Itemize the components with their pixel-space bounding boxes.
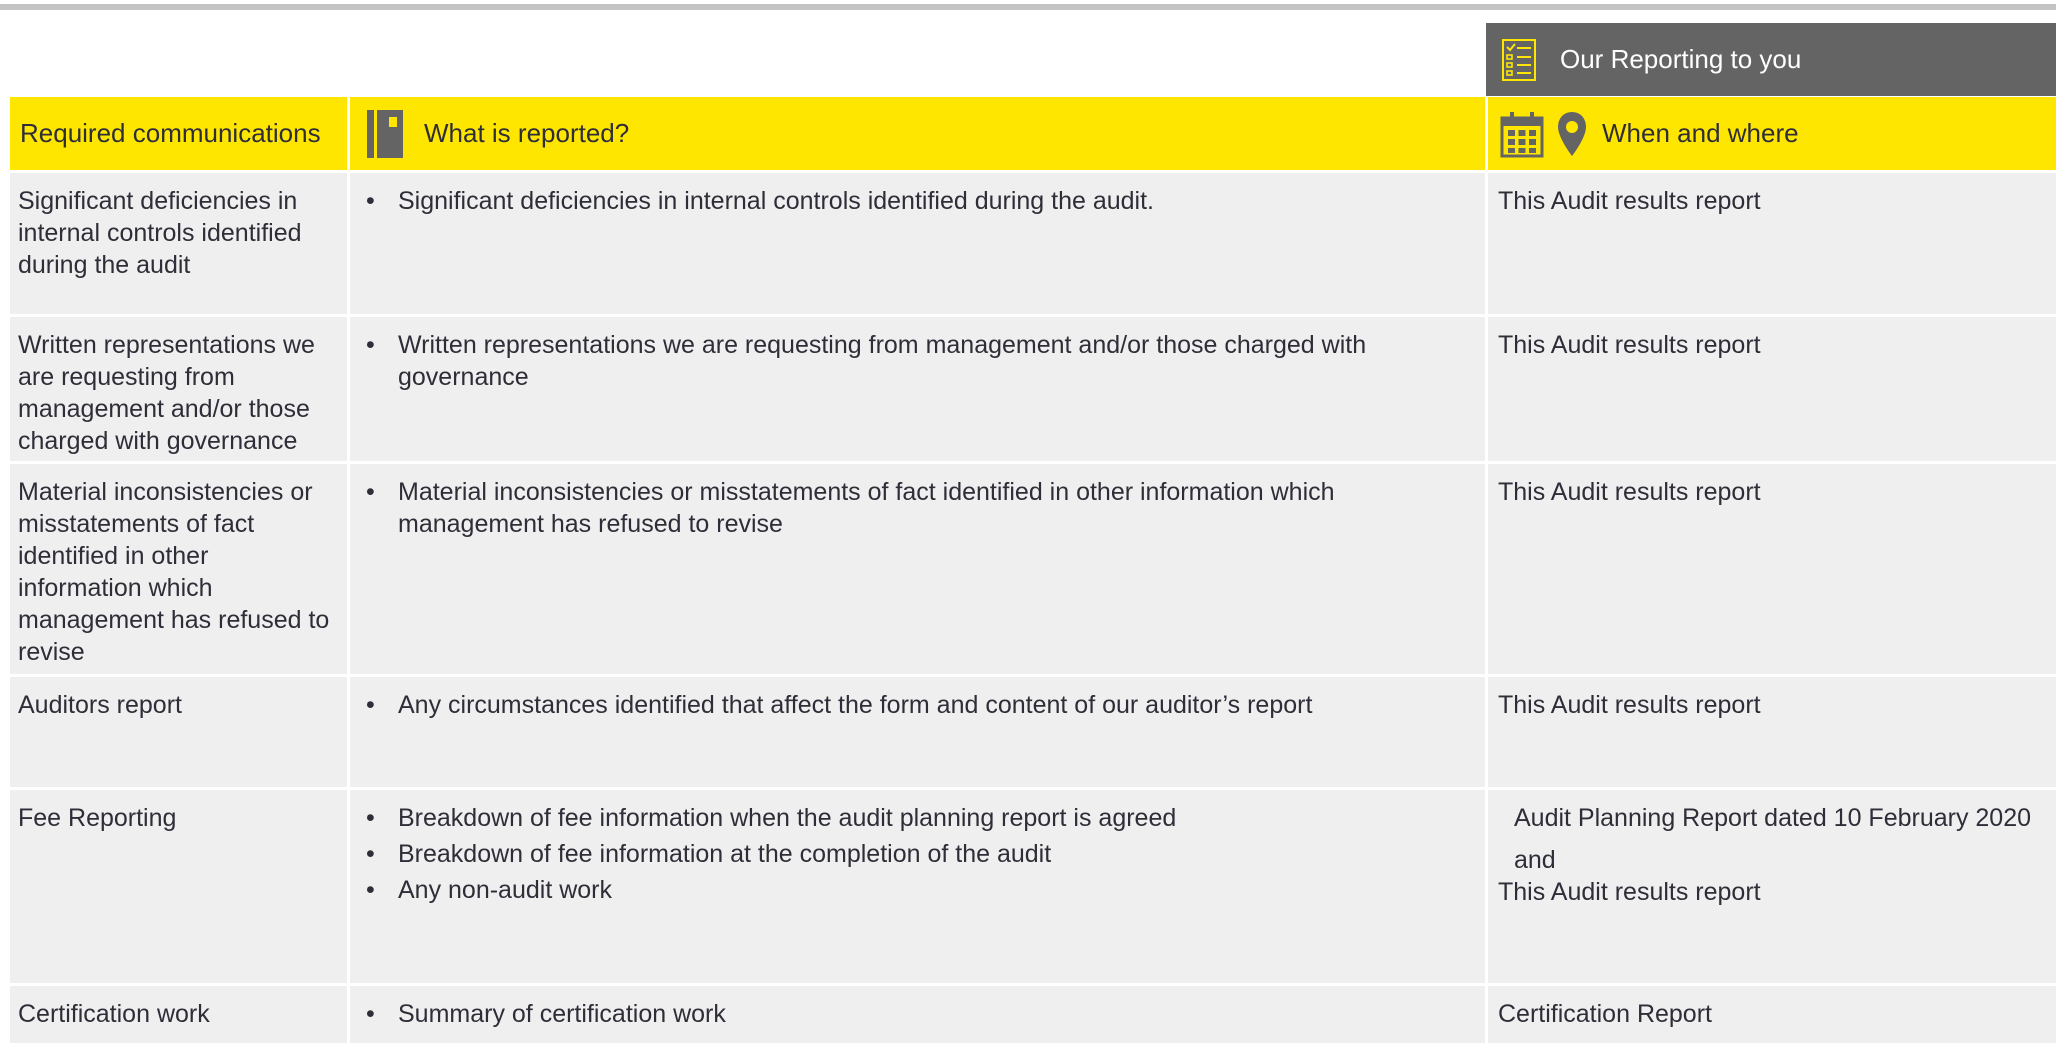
reported-item: Any non-audit work bbox=[360, 874, 1477, 906]
table-row: Material inconsistencies or misstatement… bbox=[10, 461, 2056, 674]
table-row: Certification work Summary of certificat… bbox=[10, 983, 2056, 1043]
where-line: This Audit results report bbox=[1498, 878, 1761, 906]
where-line: and bbox=[1514, 846, 1556, 874]
reported-item: Any circumstances identified that affect… bbox=[360, 689, 1477, 721]
header-what-is-reported: What is reported? bbox=[350, 97, 1488, 170]
notebook-icon bbox=[366, 107, 406, 161]
where-cell: Certification Report bbox=[1498, 1000, 1712, 1028]
reported-item: Written representations we are requestin… bbox=[360, 329, 1477, 393]
calendar-icon bbox=[1500, 108, 1546, 160]
table-row: Significant deficiencies in internal con… bbox=[10, 170, 2056, 314]
where-line: Audit Planning Report dated 10 February … bbox=[1514, 804, 2032, 832]
communication-cell: Certification work bbox=[10, 986, 350, 1043]
communication-cell: Significant deficiencies in internal con… bbox=[10, 173, 350, 314]
where-cell: Audit Planning Report dated 10 February … bbox=[1488, 790, 2056, 983]
reported-cell: Significant deficiencies in internal con… bbox=[350, 173, 1488, 314]
checklist-icon bbox=[1500, 37, 1540, 83]
reported-item: Breakdown of fee information when the au… bbox=[360, 802, 1477, 834]
reported-item: Breakdown of fee information at the comp… bbox=[360, 838, 1477, 870]
communications-table: Significant deficiencies in internal con… bbox=[10, 170, 2056, 1043]
where-cell: This Audit results report bbox=[1498, 187, 1761, 215]
location-pin-icon bbox=[1556, 109, 1590, 159]
communication-cell: Material inconsistencies or misstatement… bbox=[10, 464, 350, 674]
reported-item: Summary of certification work bbox=[360, 998, 1477, 1030]
table-row: Written representations we are requestin… bbox=[10, 314, 2056, 461]
reported-item: Material inconsistencies or misstatement… bbox=[360, 476, 1477, 540]
communication-cell: Fee Reporting bbox=[10, 790, 350, 983]
header-what-is-reported-label: What is reported? bbox=[424, 118, 630, 148]
communication-cell: Written representations we are requestin… bbox=[10, 317, 350, 461]
reported-cell: Material inconsistencies or misstatement… bbox=[350, 464, 1488, 674]
table-row: Auditors report Any circumstances identi… bbox=[10, 674, 2056, 787]
reported-item: Significant deficiencies in internal con… bbox=[360, 185, 1477, 217]
reported-cell: Breakdown of fee information when the au… bbox=[350, 790, 1488, 983]
where-cell: This Audit results report bbox=[1498, 331, 1761, 359]
reporting-tab: Our Reporting to you bbox=[1486, 23, 2056, 96]
reported-cell: Written representations we are requestin… bbox=[350, 317, 1488, 461]
header-when-and-where-label: When and where bbox=[1602, 118, 1799, 148]
where-cell: This Audit results report bbox=[1498, 478, 1761, 506]
reported-cell: Summary of certification work bbox=[350, 986, 1488, 1043]
communication-cell: Auditors report bbox=[10, 677, 350, 787]
table-header: Required communications What is reported… bbox=[10, 97, 2056, 170]
reporting-tab-label: Our Reporting to you bbox=[1560, 44, 1802, 74]
reported-cell: Any circumstances identified that affect… bbox=[350, 677, 1488, 787]
where-cell: This Audit results report bbox=[1498, 691, 1761, 719]
table-row: Fee Reporting Breakdown of fee informati… bbox=[10, 787, 2056, 983]
header-when-and-where: When and where bbox=[1488, 97, 2056, 170]
top-divider bbox=[0, 4, 2056, 10]
header-required-communications: Required communications bbox=[10, 97, 350, 170]
